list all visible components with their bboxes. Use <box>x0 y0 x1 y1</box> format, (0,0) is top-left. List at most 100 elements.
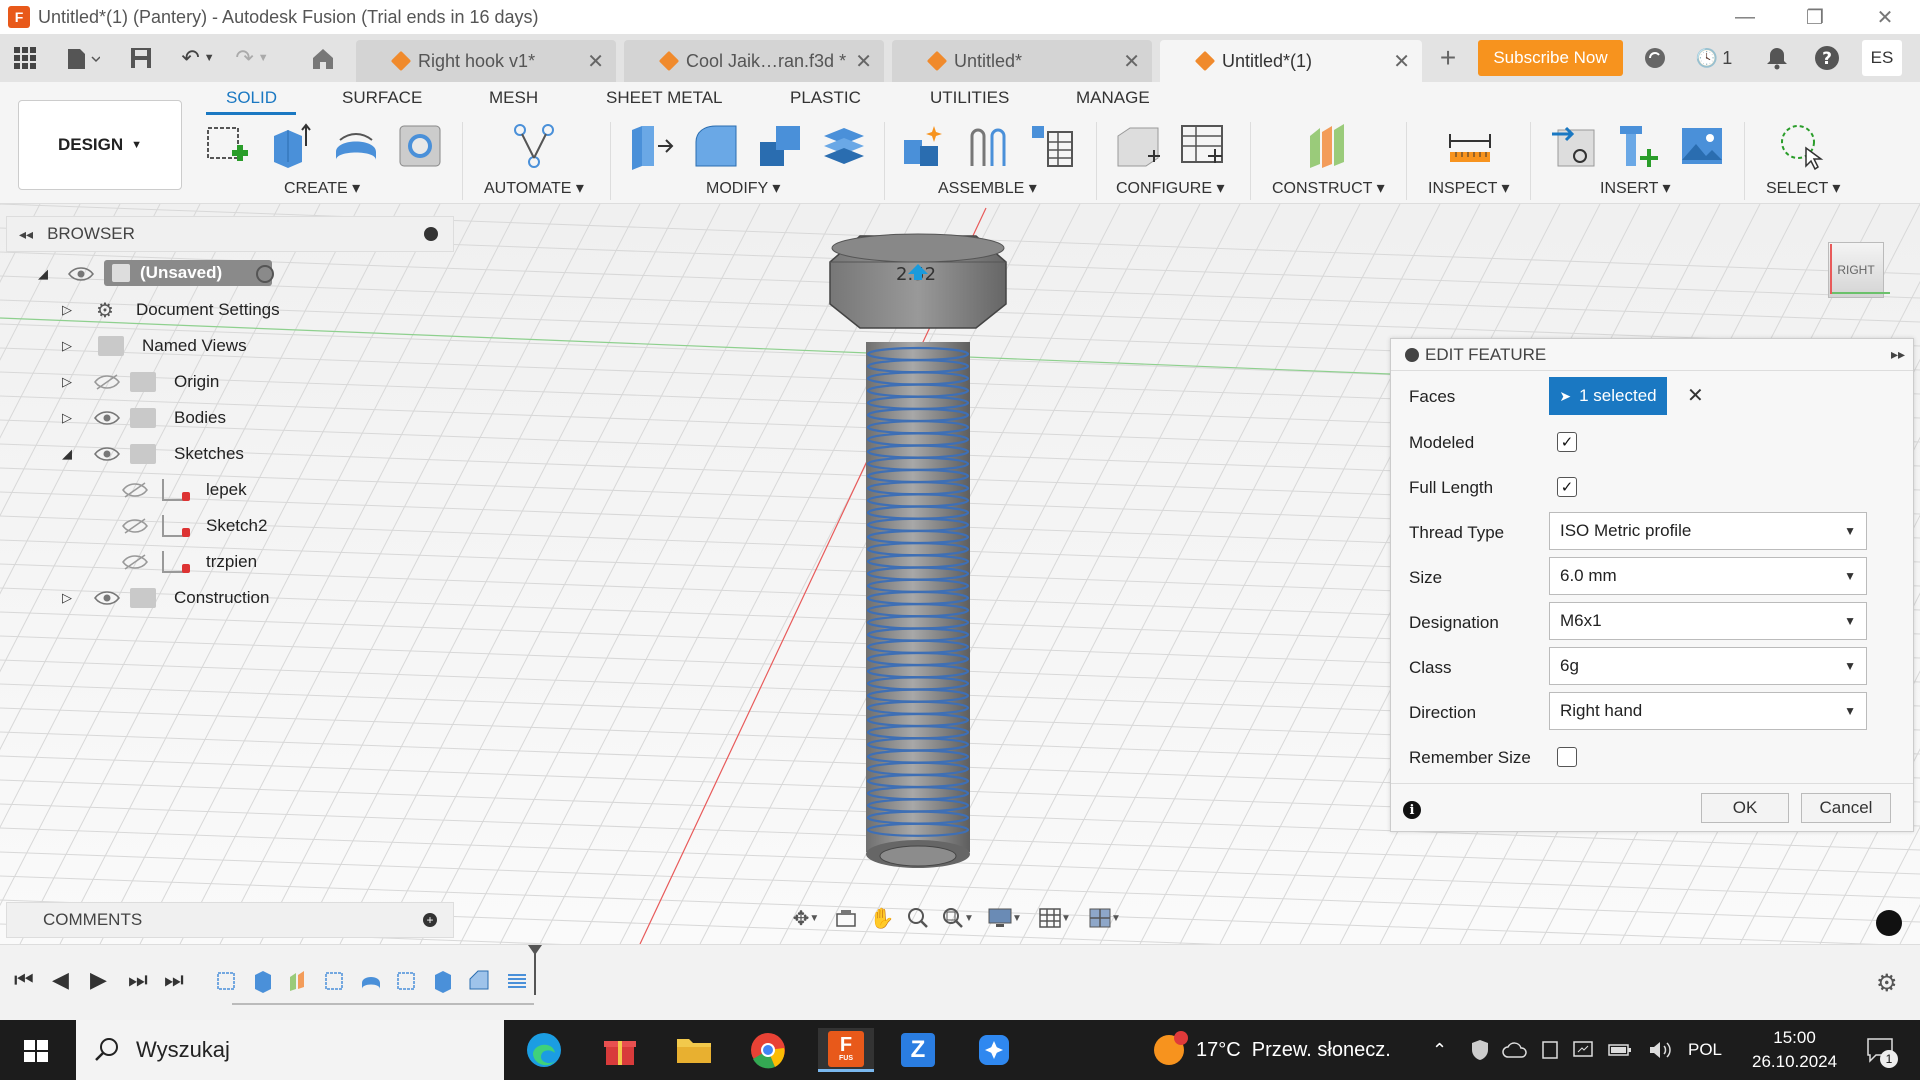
clear-selection-icon[interactable]: ✕ <box>1687 383 1704 408</box>
joint-icon[interactable] <box>964 122 1012 170</box>
direction-select[interactable]: Right hand ▼ <box>1549 692 1867 730</box>
fusion-taskbar-icon[interactable]: F FUS <box>818 1028 874 1072</box>
configure-design-icon[interactable] <box>1114 122 1162 170</box>
select-menu[interactable]: SELECT ▾ <box>1766 178 1840 198</box>
file-menu-icon[interactable] <box>60 34 106 82</box>
hole-icon[interactable] <box>396 122 444 170</box>
modify-menu[interactable]: MODIFY ▾ <box>706 178 780 198</box>
tab-sheet-metal[interactable]: SHEET METAL <box>606 88 723 108</box>
create-sketch-icon[interactable] <box>204 122 252 170</box>
create-menu[interactable]: CREATE ▾ <box>284 178 360 198</box>
user-avatar[interactable]: ES <box>1862 40 1902 76</box>
cloud-icon[interactable] <box>1502 1020 1528 1080</box>
display-settings-icon[interactable]: ▼ <box>980 904 1030 932</box>
bill-of-materials-icon[interactable] <box>1028 122 1076 170</box>
tab-plastic[interactable]: PLASTIC <box>790 88 861 108</box>
ok-button[interactable]: OK <box>1701 793 1789 823</box>
thread-type-select[interactable]: ISO Metric profile ▼ <box>1549 512 1867 550</box>
insert-derive-icon[interactable] <box>1550 122 1598 170</box>
timeline-marker[interactable] <box>534 949 536 995</box>
hidden-eye-icon[interactable] <box>122 482 148 498</box>
edge-browser-icon[interactable] <box>516 1028 572 1072</box>
tab-untitled-1[interactable]: Untitled*(1) ✕ <box>1160 40 1422 82</box>
redo-icon[interactable]: ↷ ▼ <box>230 34 274 82</box>
press-pull-icon[interactable] <box>628 122 676 170</box>
info-icon[interactable]: i <box>1403 801 1421 819</box>
timeline-revolve-icon[interactable] <box>360 969 382 993</box>
timeline-first-icon[interactable]: ⏮ <box>14 967 34 993</box>
tab-surface[interactable]: SURFACE <box>342 88 422 108</box>
copilot-app-icon[interactable] <box>966 1028 1022 1072</box>
assemble-menu[interactable]: ASSEMBLE ▾ <box>938 178 1037 198</box>
add-comment-icon[interactable]: + <box>423 913 437 927</box>
timeline-previous-icon[interactable]: ◀ <box>52 967 69 993</box>
home-icon[interactable] <box>306 34 340 82</box>
volume-icon[interactable] <box>1648 1020 1672 1080</box>
restore-button[interactable]: ❐ <box>1780 0 1850 34</box>
weather-widget[interactable]: 17°C Przew. słonecz. <box>1154 1020 1391 1080</box>
close-tab-icon[interactable]: ✕ <box>1393 49 1410 74</box>
fit-icon[interactable]: ▼ <box>936 904 980 932</box>
expand-triangle-icon[interactable]: ▷ <box>62 590 72 606</box>
new-tab-plus-icon[interactable]: + <box>1430 34 1466 82</box>
help-icon[interactable]: ? <box>1810 34 1844 82</box>
timeline-sketch-icon[interactable] <box>396 969 418 993</box>
insert-canvas-icon[interactable] <box>1678 122 1726 170</box>
notification-center-icon[interactable]: 1 <box>1866 1020 1898 1080</box>
display-icon[interactable] <box>1572 1020 1594 1080</box>
close-window-button[interactable]: ✕ <box>1850 0 1920 34</box>
sync-icon[interactable] <box>1640 34 1670 82</box>
browser-pin-icon[interactable] <box>424 227 438 241</box>
collapse-triangle-icon[interactable]: ◢ <box>62 446 72 462</box>
timeline-sketch-icon[interactable] <box>324 969 346 993</box>
revolve-icon[interactable] <box>332 122 380 170</box>
timeline-next-icon[interactable]: ⏭ <box>128 967 148 993</box>
expand-triangle-icon[interactable]: ▷ <box>62 302 72 318</box>
expand-dialog-icon[interactable]: ▸▸ <box>1891 346 1905 363</box>
app-grid-icon[interactable] <box>8 34 42 82</box>
save-icon[interactable] <box>126 34 156 82</box>
shell-icon[interactable] <box>820 122 868 170</box>
chrome-browser-icon[interactable] <box>740 1028 796 1072</box>
new-component-icon[interactable] <box>900 122 948 170</box>
device-icon[interactable] <box>1540 1020 1560 1080</box>
tab-right-hook[interactable]: Right hook v1* ✕ <box>356 40 616 82</box>
tab-mesh[interactable]: MESH <box>489 88 538 108</box>
clock[interactable]: 15:00 26.10.2024 <box>1752 1020 1837 1080</box>
tab-cool-jaik[interactable]: Cool Jaik…ran.f3d * ✕ <box>624 40 884 82</box>
full-length-checkbox[interactable]: ✓ <box>1557 477 1577 497</box>
combine-icon[interactable] <box>756 122 804 170</box>
fillet-icon[interactable] <box>692 122 740 170</box>
timeline-settings-gear-icon[interactable]: ⚙ <box>1876 969 1898 998</box>
tray-chevron-up-icon[interactable]: ⌃ <box>1432 1020 1447 1080</box>
tab-manage[interactable]: MANAGE <box>1076 88 1150 108</box>
hidden-eye-icon[interactable] <box>122 554 148 570</box>
expand-triangle-icon[interactable]: ▷ <box>62 410 72 426</box>
modeled-checkbox[interactable]: ✓ <box>1557 432 1577 452</box>
configuration-table-icon[interactable] <box>1178 122 1226 170</box>
expand-triangle-icon[interactable]: ▷ <box>62 338 72 354</box>
timeline-plane-icon[interactable] <box>288 969 310 993</box>
look-at-icon[interactable] <box>828 904 864 932</box>
grid-settings-icon[interactable]: ▼ <box>1030 904 1080 932</box>
close-tab-icon[interactable]: ✕ <box>587 49 604 74</box>
collapse-triangle-icon[interactable]: ◢ <box>38 266 48 282</box>
pan-hand-icon[interactable]: ✋ <box>864 904 900 932</box>
construct-menu[interactable]: CONSTRUCT ▾ <box>1272 178 1385 198</box>
visibility-eye-icon[interactable] <box>94 590 120 606</box>
timeline-thread-icon[interactable] <box>506 969 528 993</box>
battery-icon[interactable] <box>1608 1020 1632 1080</box>
zoom-icon[interactable] <box>900 904 936 932</box>
windows-start-icon[interactable] <box>14 1034 58 1068</box>
collapse-panel-icon[interactable]: ◂◂ <box>19 226 33 243</box>
automate-menu[interactable]: AUTOMATE ▾ <box>484 178 584 198</box>
zoom-app-icon[interactable]: Z <box>890 1028 946 1072</box>
timeline-sketch-icon[interactable] <box>216 969 238 993</box>
close-tab-icon[interactable]: ✕ <box>1123 49 1140 74</box>
offset-plane-icon[interactable] <box>1306 122 1354 170</box>
job-status[interactable]: 🕓 1 <box>1690 34 1738 82</box>
viewports-icon[interactable]: ▼ <box>1080 904 1130 932</box>
hidden-eye-icon[interactable] <box>94 374 120 390</box>
measure-icon[interactable] <box>1446 122 1494 170</box>
designation-select[interactable]: M6x1 ▼ <box>1549 602 1867 640</box>
